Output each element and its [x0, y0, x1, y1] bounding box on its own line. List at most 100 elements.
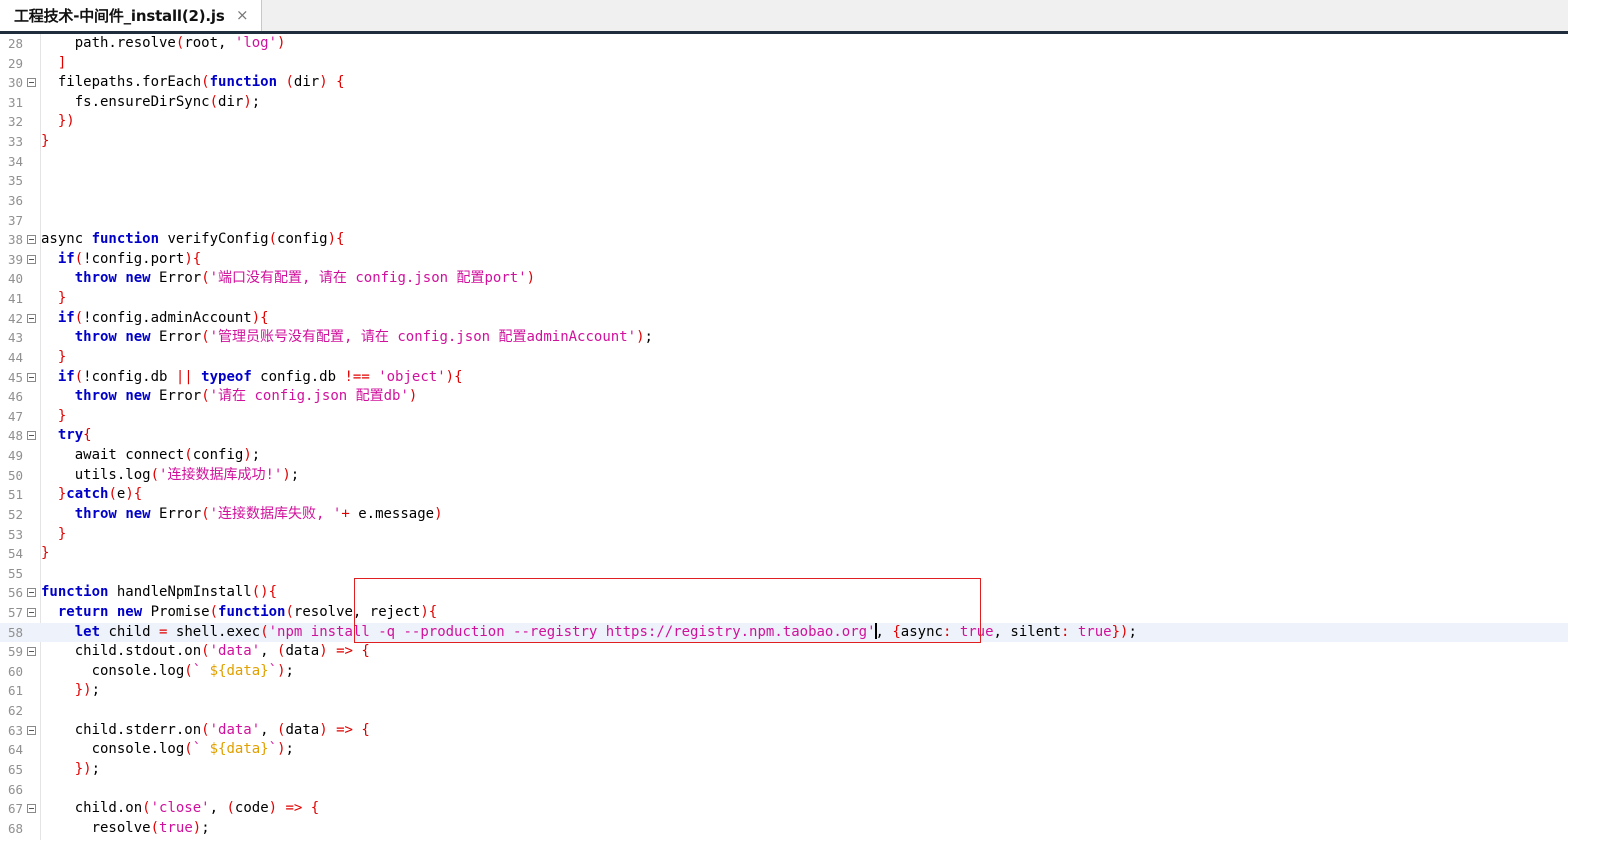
- line-number: 49: [8, 448, 24, 464]
- line-number: 52: [8, 506, 24, 522]
- code-line[interactable]: 57 return new Promise(function(resolve, …: [0, 603, 1568, 623]
- code-line[interactable]: 30 filepaths.forEach(function (dir) {: [0, 73, 1568, 93]
- code-line[interactable]: 39 if(!config.port){: [0, 250, 1568, 270]
- line-number: 50: [8, 467, 24, 483]
- code-line[interactable]: 35: [0, 171, 1568, 191]
- code-line[interactable]: 60 console.log(` ${data}`);: [0, 662, 1568, 682]
- code-line[interactable]: 55: [0, 564, 1568, 584]
- code-line[interactable]: 34: [0, 152, 1568, 172]
- line-number: 34: [8, 153, 24, 169]
- code-text: fs.ensureDirSync(dir);: [74, 93, 261, 110]
- code-text: throw new Error('管理员账号没有配置, 请在 config.js…: [74, 329, 653, 346]
- line-number: 36: [8, 192, 24, 208]
- code-line[interactable]: 67 child.on('close', (code) => {: [0, 799, 1568, 819]
- code-text: throw new Error('请在 config.json 配置db'): [74, 388, 418, 405]
- code-text: }: [57, 525, 67, 542]
- code-text: if(!config.db || typeof config.db !== 'o…: [57, 368, 463, 385]
- code-line[interactable]: 68 resolve(true);: [0, 819, 1568, 839]
- code-line[interactable]: 63 child.stderr.on('data', (data) => {: [0, 721, 1568, 741]
- code-text: throw new Error('端口没有配置, 请在 config.json …: [74, 270, 536, 287]
- line-number: 65: [8, 761, 24, 777]
- code-text: ]: [57, 54, 67, 71]
- fold-toggle-icon[interactable]: [27, 235, 36, 245]
- close-icon[interactable]: ×: [236, 7, 249, 23]
- code-line[interactable]: 64 console.log(` ${data}`);: [0, 740, 1568, 760]
- code-text: child.stderr.on('data', (data) => {: [74, 721, 370, 738]
- line-number: 60: [8, 663, 24, 679]
- line-number: 32: [8, 114, 24, 130]
- code-text: child.on('close', (code) => {: [74, 800, 320, 817]
- line-number: 43: [8, 330, 24, 346]
- code-line[interactable]: 50 utils.log('连接数据库成功!');: [0, 466, 1568, 486]
- code-text: throw new Error('连接数据库失败, '+ e.message): [74, 505, 443, 522]
- fold-toggle-icon[interactable]: [27, 372, 36, 382]
- code-line[interactable]: 43 throw new Error('管理员账号没有配置, 请在 config…: [0, 328, 1568, 348]
- code-text: }: [41, 545, 50, 562]
- code-line[interactable]: 44 }: [0, 348, 1568, 368]
- code-line[interactable]: 48 try{: [0, 426, 1568, 446]
- code-line[interactable]: 41 }: [0, 289, 1568, 309]
- line-number: 58: [8, 624, 24, 640]
- code-line[interactable]: 61 });: [0, 681, 1568, 701]
- code-line[interactable]: 51 }catch(e){: [0, 485, 1568, 505]
- code-text: }: [57, 290, 67, 307]
- code-line[interactable]: 36: [0, 191, 1568, 211]
- fold-toggle-icon[interactable]: [27, 431, 36, 441]
- line-number: 55: [8, 565, 24, 581]
- text-cursor: [874, 622, 877, 639]
- code-line[interactable]: 29 ]: [0, 54, 1568, 74]
- line-number: 54: [8, 546, 24, 562]
- code-text: filepaths.forEach(function (dir) {: [57, 74, 345, 91]
- code-text: path.resolve(root, 'log'): [74, 35, 286, 51]
- fold-toggle-icon[interactable]: [27, 804, 36, 814]
- tab-bar: 工程技术-中间件_install(2).js ×: [0, 0, 1568, 34]
- line-number: 46: [8, 389, 24, 405]
- line-number: 40: [8, 271, 24, 287]
- code-line[interactable]: 31 fs.ensureDirSync(dir);: [0, 93, 1568, 113]
- code-line[interactable]: 56 function handleNpmInstall(){: [0, 583, 1568, 603]
- fold-toggle-icon[interactable]: [27, 588, 36, 598]
- code-line[interactable]: 58 let child = shell.exec('npm install -…: [0, 622, 1568, 643]
- tab-install-js[interactable]: 工程技术-中间件_install(2).js ×: [0, 0, 262, 31]
- code-text: resolve(true);: [91, 819, 210, 836]
- fold-toggle-icon[interactable]: [27, 647, 36, 657]
- code-line[interactable]: 33}: [0, 132, 1568, 152]
- line-number: 59: [8, 644, 24, 660]
- code-text: if(!config.port){: [57, 250, 202, 267]
- code-line[interactable]: 40 throw new Error('端口没有配置, 请在 config.js…: [0, 269, 1568, 289]
- code-line[interactable]: 66: [0, 780, 1568, 800]
- code-line[interactable]: 37: [0, 211, 1568, 231]
- line-number: 67: [8, 801, 24, 817]
- line-number: 62: [8, 703, 24, 719]
- code-line[interactable]: 32 }): [0, 112, 1568, 132]
- code-line[interactable]: 47 }: [0, 407, 1568, 427]
- code-line[interactable]: 28 path.resolve(root, 'log'): [0, 34, 1568, 54]
- fold-toggle-icon[interactable]: [27, 254, 36, 264]
- line-number: 56: [8, 585, 24, 601]
- code-line[interactable]: 42 if(!config.adminAccount){: [0, 309, 1568, 329]
- fold-toggle-icon[interactable]: [27, 78, 36, 88]
- line-number: 45: [8, 369, 24, 385]
- code-line[interactable]: 38 async function verifyConfig(config){: [0, 230, 1568, 250]
- code-line[interactable]: 53 }: [0, 525, 1568, 545]
- code-line[interactable]: 54}: [0, 544, 1568, 564]
- line-number: 42: [8, 310, 24, 326]
- fold-toggle-icon[interactable]: [27, 313, 36, 323]
- tab-title: 工程技术-中间件_install(2).js: [14, 7, 225, 25]
- fold-toggle-icon[interactable]: [27, 725, 36, 735]
- code-text: }: [41, 133, 50, 150]
- line-number: 53: [8, 526, 24, 542]
- code-line[interactable]: 59 child.stdout.on('data', (data) => {: [0, 642, 1568, 662]
- fold-toggle-icon[interactable]: [27, 607, 36, 617]
- code-line[interactable]: 46 throw new Error('请在 config.json 配置db'…: [0, 387, 1568, 407]
- line-number: 28: [8, 36, 24, 51]
- code-editor[interactable]: 28 path.resolve(root, 'log') 29 ] 30 filep…: [0, 34, 1568, 840]
- code-text: console.log(` ${data}`);: [91, 662, 294, 679]
- code-line[interactable]: 49 await connect(config);: [0, 446, 1568, 466]
- code-line[interactable]: 52 throw new Error('连接数据库失败, '+ e.messag…: [0, 505, 1568, 525]
- code-text: console.log(` ${data}`);: [91, 741, 294, 758]
- code-text: });: [74, 760, 101, 777]
- code-line[interactable]: 62: [0, 701, 1568, 721]
- code-line[interactable]: 45 if(!config.db || typeof config.db !==…: [0, 368, 1568, 388]
- code-line[interactable]: 65 });: [0, 760, 1568, 780]
